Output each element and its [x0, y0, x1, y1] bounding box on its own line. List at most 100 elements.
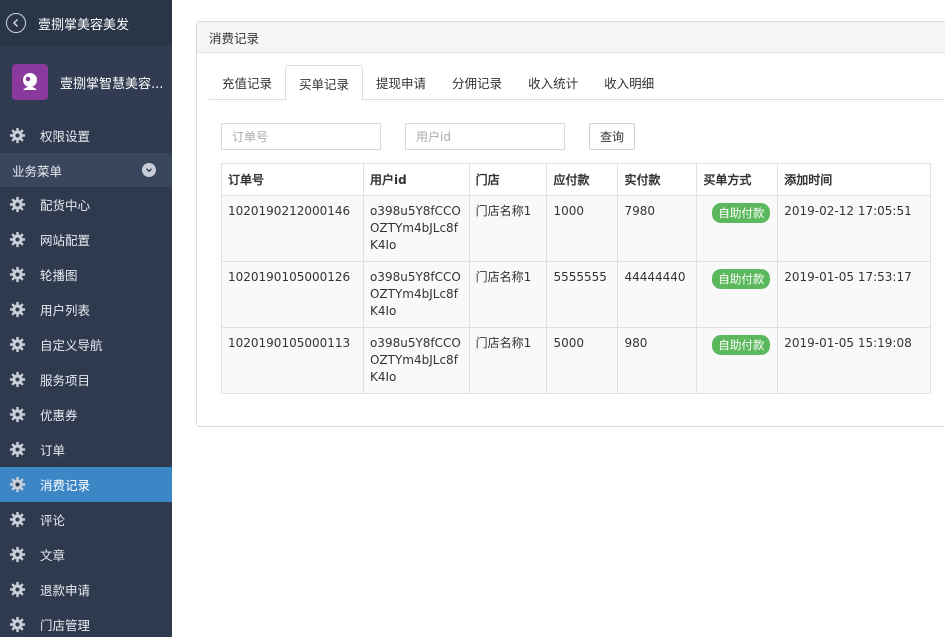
sidebar-item-label: 网站配置 [40, 233, 91, 248]
table-header-row: 订单号 用户id 门店 应付款 实付款 买单方式 添加时间 [221, 163, 931, 196]
tab-bar: 充值记录 买单记录 提现申请 分佣记录 收入统计 收入明细 [209, 65, 944, 101]
sidebar-item[interactable]: 用户列表 [0, 292, 172, 327]
table-cell-method: 自助付款 [696, 195, 779, 262]
sidebar-item-label: 配货中心 [40, 198, 91, 213]
table-cell-paid: 44444440 [617, 261, 698, 328]
table-cell-order: 1020190212000146 [221, 195, 364, 262]
gear-icon [9, 406, 40, 423]
column-header: 门店 [468, 163, 548, 196]
table-cell-time: 2019-02-12 17:05:51 [777, 195, 931, 262]
column-header: 用户id [362, 163, 470, 196]
sidebar-item-label: 服务项目 [40, 373, 91, 388]
table-cell-store: 门店名称1 [468, 327, 548, 394]
sidebar-item[interactable]: 服务项目 [0, 362, 172, 397]
sidebar-item-label: 用户列表 [40, 303, 91, 318]
avatar [12, 64, 48, 100]
app-title: 壹捌掌美容美发 [38, 17, 130, 33]
table-cell-user-id: o398u5Y8fCCOOZTYm4bJLc8fK4Io [362, 195, 470, 262]
table-cell-user-id: o398u5Y8fCCOOZTYm4bJLc8fK4Io [362, 327, 470, 394]
table-cell-payable: 5000 [546, 327, 619, 394]
table-cell-paid: 980 [617, 327, 698, 394]
gear-icon [9, 371, 40, 388]
sidebar-item[interactable]: 文章 [0, 537, 172, 572]
sidebar-item[interactable]: 门店管理 [0, 607, 172, 637]
column-header: 订单号 [221, 163, 364, 196]
sidebar-item[interactable]: 权限设置 [0, 118, 172, 153]
sidebar-item[interactable]: 评论 [0, 502, 172, 537]
sidebar-item[interactable]: 退款申请 [0, 572, 172, 607]
table-cell-method: 自助付款 [696, 327, 779, 394]
table-cell-time: 2019-01-05 15:19:08 [777, 327, 931, 394]
tab[interactable]: 充值记录 [209, 65, 285, 100]
gear-icon [9, 266, 40, 283]
sidebar-item-label: 评论 [40, 513, 66, 528]
gear-icon [9, 546, 40, 563]
column-header: 买单方式 [696, 163, 779, 196]
sidebar-item[interactable]: 轮播图 [0, 257, 172, 292]
gear-icon [9, 196, 40, 213]
table-cell-store: 门店名称1 [468, 261, 548, 328]
records-table: 订单号 用户id 门店 应付款 实付款 买单方式 添加时间 1020190212000146… [221, 163, 931, 394]
sidebar-item-label: 轮播图 [40, 268, 78, 283]
sidebar-item-label: 权限设置 [40, 129, 91, 144]
gear-icon [9, 616, 40, 633]
column-header: 实付款 [617, 163, 698, 196]
column-header: 应付款 [546, 163, 619, 196]
tab[interactable]: 买单记录 [285, 65, 364, 101]
tab[interactable]: 提现申请 [363, 65, 439, 100]
gear-icon [9, 127, 40, 144]
sidebar-item[interactable]: 配货中心 [0, 187, 172, 222]
sidebar-item-label: 自定义导航 [40, 338, 103, 353]
gear-icon [9, 441, 40, 458]
user-profile[interactable]: 壹捌掌智慧美容... [0, 46, 172, 118]
menu-group-business[interactable]: 业务菜单 [0, 153, 172, 187]
consumption-panel: 消费记录 充值记录买单记录提现申请分佣记录收入统计收入明细 查询 订单号用户id… [196, 21, 945, 427]
tab[interactable]: 分佣记录 [439, 65, 515, 100]
column-header: 添加时间 [777, 163, 931, 196]
table-cell-paid: 7980 [617, 195, 698, 262]
order-number-input[interactable] [221, 123, 381, 150]
sidebar: 壹捌掌美容美发 壹捌掌智慧美容... 权限设置 业务菜单 配货中心网站配置轮播图… [0, 0, 172, 637]
table-cell-time: 2019-01-05 17:53:17 [777, 261, 931, 328]
table-cell-store: 门店名称1 [468, 195, 548, 262]
table-row: 1020190212000146 o398u5Y8fCCOOZTYm4bJLc8f… [221, 195, 931, 262]
tab[interactable]: 收入明细 [591, 65, 667, 100]
sidebar-item-label: 消费记录 [40, 478, 91, 493]
sidebar-item-label: 门店管理 [40, 618, 91, 633]
main-content: 消费记录 充值记录买单记录提现申请分佣记录收入统计收入明细 查询 订单号用户id… [172, 0, 945, 637]
username: 壹捌掌智慧美容... [60, 76, 164, 92]
user-id-input[interactable] [405, 123, 565, 150]
sidebar-item[interactable]: 优惠券 [0, 397, 172, 432]
gear-icon [9, 231, 40, 248]
back-icon[interactable] [6, 13, 26, 33]
sidebar-item[interactable]: 自定义导航 [0, 327, 172, 362]
status-badge: 自助付款 [712, 203, 771, 223]
table-cell-user-id: o398u5Y8fCCOOZTYm4bJLc8fK4Io [362, 261, 470, 328]
gear-icon [9, 511, 40, 528]
status-badge: 自助付款 [712, 269, 771, 289]
tab[interactable]: 收入统计 [515, 65, 591, 100]
sidebar-item-label: 订单 [40, 443, 66, 458]
status-badge: 自助付款 [712, 335, 771, 355]
table-row: 1020190105000126 o398u5Y8fCCOOZTYm4bJLc8f… [221, 261, 931, 328]
table-row: 1020190105000113 o398u5Y8fCCOOZTYm4bJLc8f… [221, 327, 931, 394]
sidebar-item[interactable]: 网站配置 [0, 222, 172, 257]
gear-icon [9, 476, 40, 493]
sidebar-item[interactable]: 消费记录 [0, 467, 172, 502]
table-cell-payable: 5555555 [546, 261, 619, 328]
menu-group-label: 业务菜单 [12, 163, 63, 179]
sidebar-header: 壹捌掌美容美发 [0, 0, 172, 46]
gear-icon [9, 336, 40, 353]
table-cell-order: 1020190105000113 [221, 327, 364, 394]
sidebar-item-label: 文章 [40, 548, 66, 563]
sidebar-item[interactable]: 订单 [0, 432, 172, 467]
table-cell-order: 1020190105000126 [221, 261, 364, 328]
table-cell-payable: 1000 [546, 195, 619, 262]
gear-icon [9, 301, 40, 318]
sidebar-item-label: 优惠券 [40, 408, 78, 423]
query-button[interactable]: 查询 [589, 123, 635, 150]
panel-title: 消费记录 [197, 22, 945, 53]
filter-bar: 查询 [221, 123, 635, 150]
sidebar-item-label: 退款申请 [40, 583, 91, 598]
table-cell-method: 自助付款 [696, 261, 779, 328]
